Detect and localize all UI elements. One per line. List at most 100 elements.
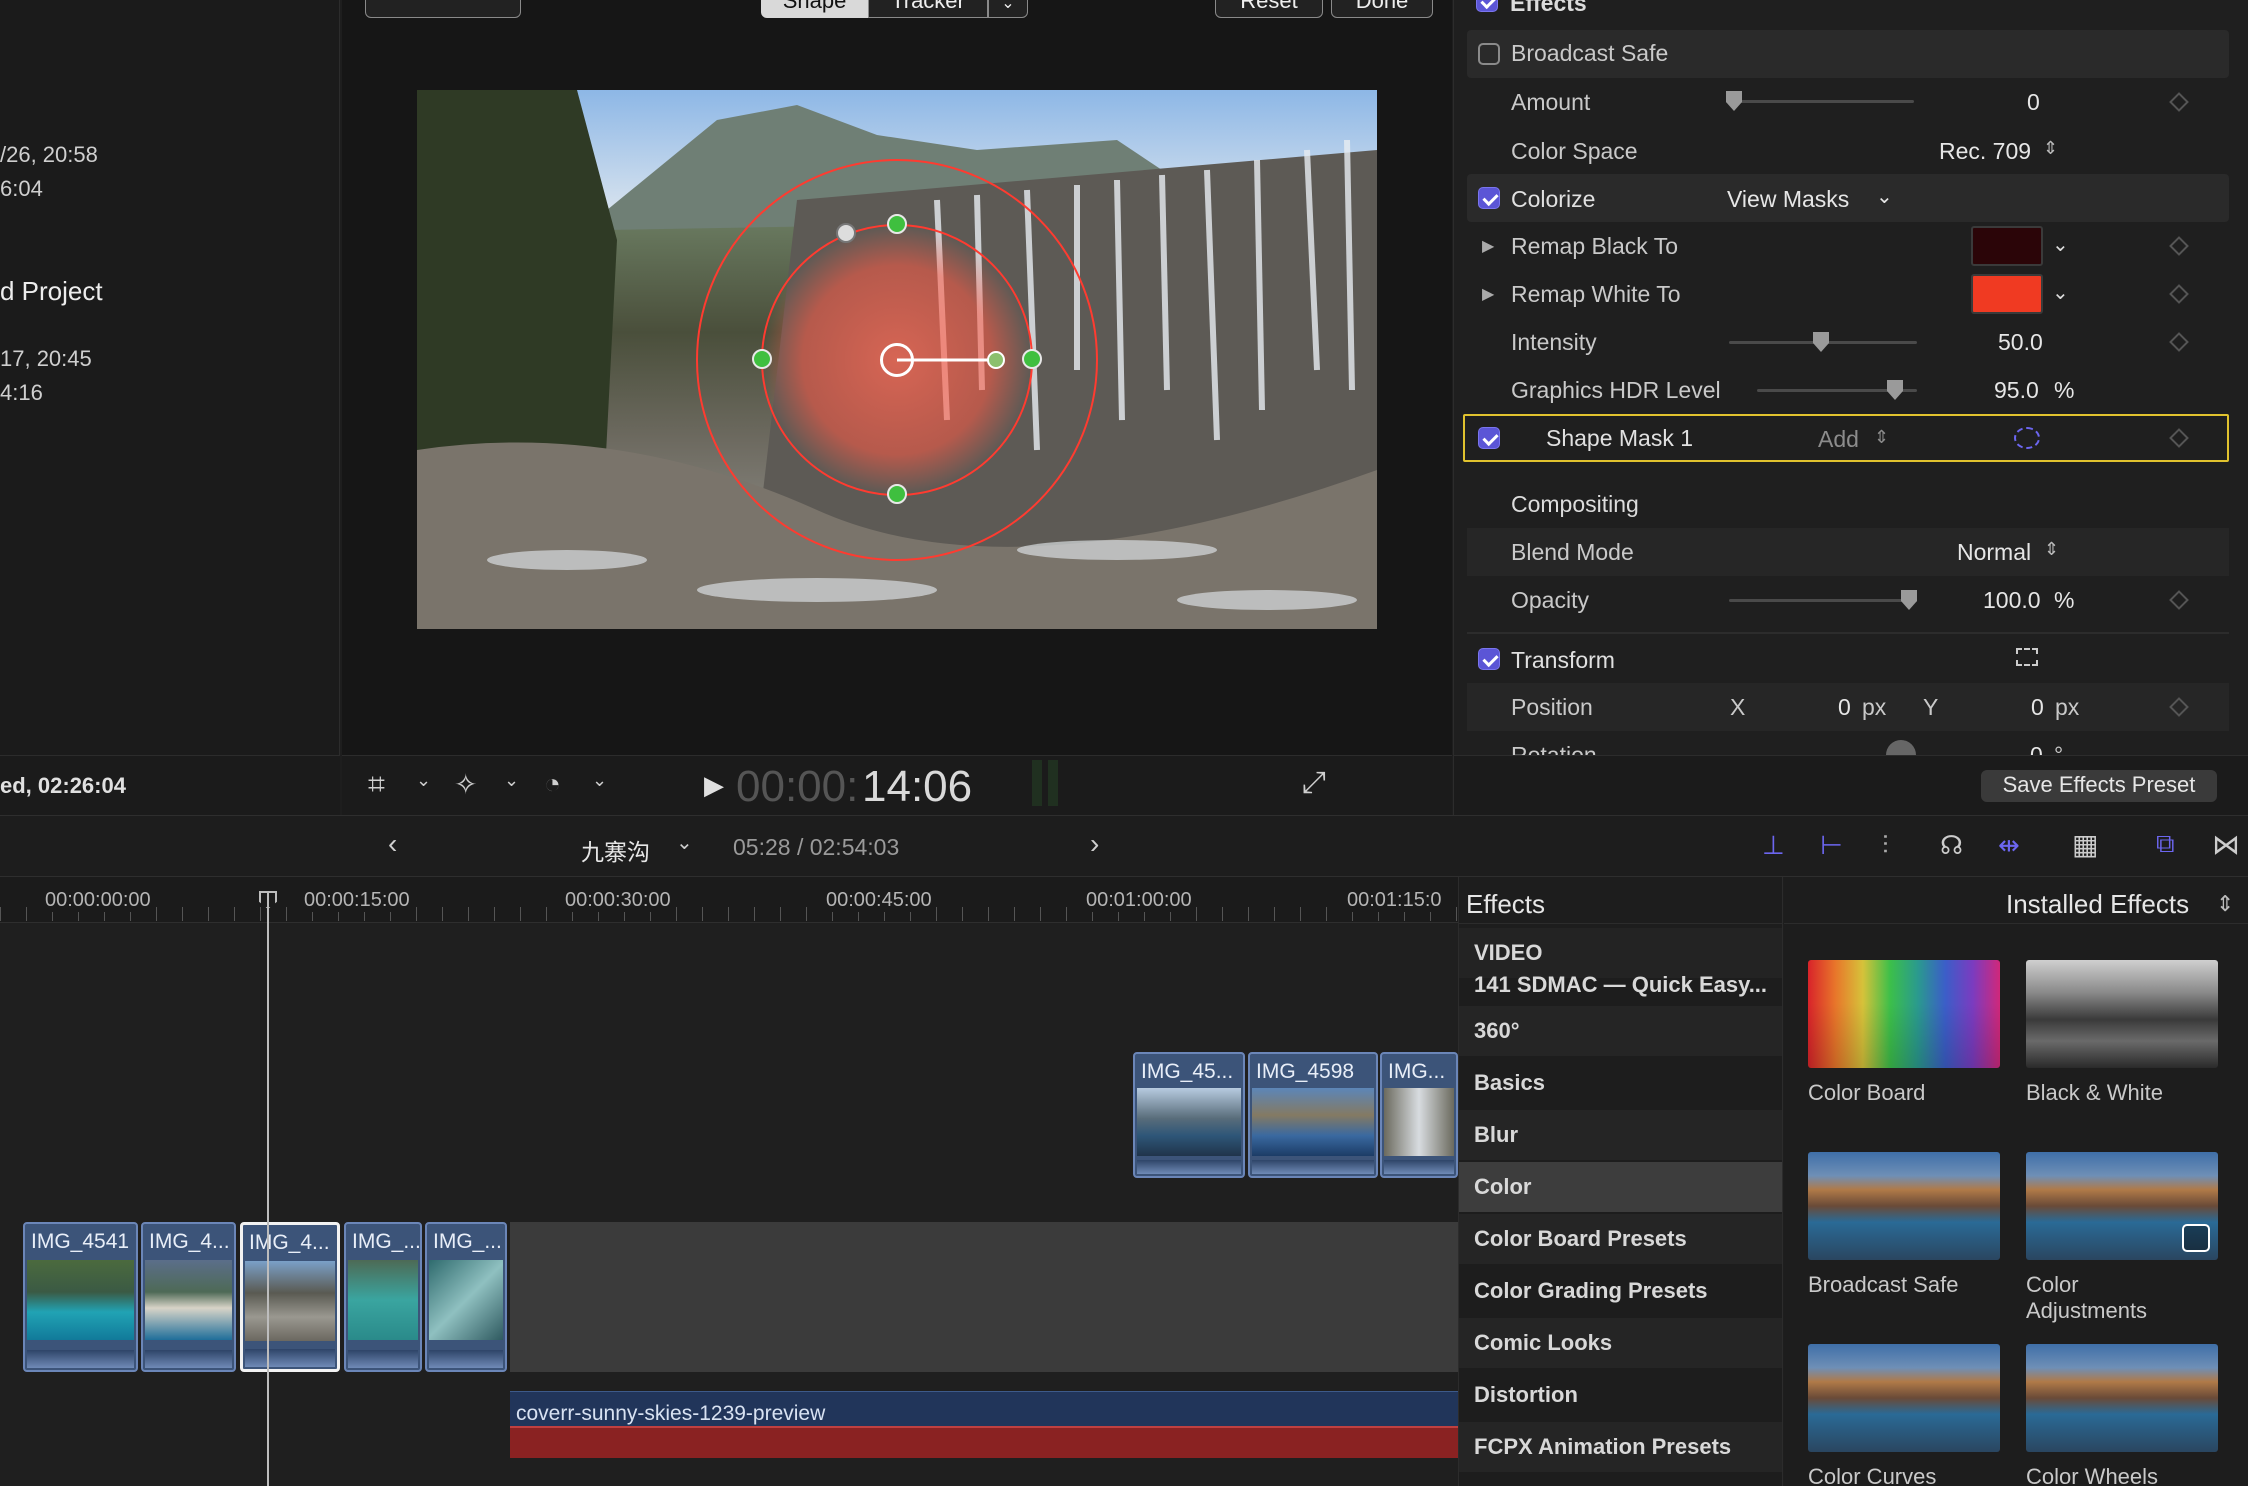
amount-slider-knob[interactable] — [1726, 91, 1742, 111]
timeline-clip[interactable]: IMG_... — [425, 1222, 507, 1372]
category-item-selected[interactable]: Color — [1459, 1162, 1782, 1212]
opacity-value[interactable]: 100.0 — [1983, 587, 2041, 614]
intensity-keyframe-button[interactable] — [2169, 332, 2189, 352]
keyframe-nav-group[interactable] — [365, 0, 521, 18]
effect-thumb-broadcast-safe[interactable] — [1808, 1152, 2000, 1260]
mask-center-handle[interactable] — [880, 343, 914, 377]
ellipse-mask-icon[interactable] — [2014, 427, 2040, 449]
shape-mask-add-menu[interactable]: Add — [1818, 426, 1859, 453]
amount-keyframe-button[interactable] — [2169, 92, 2189, 112]
timeline-clip[interactable]: IMG_... — [344, 1222, 422, 1372]
speed-icon[interactable]: ◔ — [544, 768, 561, 800]
chevron-down-icon[interactable]: ⌄ — [2052, 232, 2069, 257]
intensity-value[interactable]: 50.0 — [1998, 329, 2043, 356]
category-item[interactable]: 141 SDMAC — Quick Easy... — [1459, 969, 1782, 1001]
blend-mode-value[interactable]: Normal — [1957, 539, 2031, 566]
forward-arrow-icon[interactable]: › — [1090, 828, 1099, 860]
category-item[interactable]: Comic Looks — [1459, 1318, 1782, 1368]
opacity-slider[interactable] — [1729, 599, 1917, 602]
category-item[interactable]: 360° — [1459, 1006, 1782, 1056]
disclosure-triangle-icon[interactable]: ▶ — [1482, 236, 1494, 256]
intensity-slider-knob[interactable] — [1813, 332, 1829, 352]
chevron-down-icon[interactable]: ⌄ — [676, 830, 693, 855]
clip-appearance-icon[interactable]: ▦ — [2072, 828, 2098, 861]
remap-white-keyframe-button[interactable] — [2169, 284, 2189, 304]
effect-thumb-color-adjustments[interactable] — [2026, 1152, 2218, 1260]
remap-black-keyframe-button[interactable] — [2169, 236, 2189, 256]
amount-slider[interactable] — [1726, 100, 1914, 103]
back-arrow-icon[interactable]: ‹ — [388, 828, 397, 860]
audio-waveform-icon[interactable]: ⫶ — [1882, 830, 1889, 862]
timeline-clip[interactable]: IMG_45... — [1133, 1052, 1245, 1178]
remap-black-swatch[interactable] — [1971, 226, 2043, 266]
chevron-down-icon[interactable]: ⌄ — [416, 770, 431, 791]
updown-icon[interactable]: ⇕ — [1874, 427, 1889, 448]
shape-mask-checkbox[interactable] — [1478, 427, 1500, 449]
timeline-clip[interactable]: IMG_4541 — [23, 1222, 138, 1372]
effect-thumb-color-curves[interactable] — [1808, 1344, 2000, 1452]
insert-clip-icon[interactable]: ⊢ — [1820, 830, 1843, 861]
transitions-browser-icon[interactable]: ⋈ — [2212, 828, 2240, 861]
reset-button[interactable]: Reset — [1215, 0, 1323, 18]
colorize-checkbox[interactable] — [1478, 187, 1500, 209]
timeline-clip[interactable]: IMG_4... — [141, 1222, 236, 1372]
opacity-slider-knob[interactable] — [1901, 590, 1917, 610]
hdr-value[interactable]: 95.0 — [1994, 377, 2039, 404]
category-item[interactable]: Basics — [1459, 1058, 1782, 1108]
fullscreen-icon[interactable]: ⤢ — [1302, 766, 1326, 800]
play-icon[interactable]: ▶ — [704, 770, 724, 801]
effects-browser-icon[interactable]: ⧉ — [2156, 828, 2175, 860]
viewer-frame[interactable] — [417, 90, 1377, 629]
hdr-slider-knob[interactable] — [1887, 380, 1903, 400]
amount-value[interactable]: 0 — [2027, 89, 2040, 116]
timeline-clip-selected[interactable]: IMG_4... — [240, 1222, 340, 1372]
installed-effects-menu[interactable]: Installed Effects — [2006, 889, 2189, 920]
timeline[interactable]: 00:00:00:00 00:00:15:00 00:00:30:00 00:0… — [0, 877, 1458, 1486]
category-item[interactable]: Color Board Presets — [1459, 1214, 1782, 1264]
transform-checkbox[interactable] — [1478, 648, 1500, 670]
category-item[interactable]: Distortion — [1459, 1370, 1782, 1420]
view-masks-menu[interactable]: View Masks — [1727, 186, 1849, 213]
connect-clip-icon[interactable]: ⊥ — [1762, 830, 1785, 861]
effects-checkbox[interactable] — [1476, 0, 1498, 12]
project-name[interactable]: 九寨沟 — [581, 833, 650, 867]
mask-bottom-handle[interactable] — [887, 484, 907, 504]
category-item[interactable]: Blur — [1459, 1110, 1782, 1160]
chevron-down-icon[interactable]: ⌄ — [504, 770, 519, 791]
crop-tool-icon[interactable]: ⌗ — [368, 768, 385, 802]
updown-icon[interactable]: ⇕ — [2044, 539, 2059, 560]
effect-thumb-black-white[interactable] — [2026, 960, 2218, 1068]
seg-shape[interactable]: Shape — [761, 0, 868, 18]
category-item[interactable]: Color Grading Presets — [1459, 1266, 1782, 1316]
mask-rotation-handle[interactable] — [987, 351, 1005, 369]
mask-roundness-handle[interactable] — [836, 223, 856, 243]
seg-dropdown[interactable]: ⌄ — [988, 0, 1028, 18]
position-x-value[interactable]: 0 — [1838, 694, 1851, 721]
remap-white-swatch[interactable] — [1971, 274, 2043, 314]
chevron-down-icon[interactable]: ⌄ — [1876, 184, 1893, 209]
save-effects-preset-button[interactable]: Save Effects Preset — [1981, 770, 2217, 802]
broadcast-safe-checkbox[interactable] — [1478, 43, 1500, 65]
timeline-ruler[interactable] — [0, 877, 1458, 923]
category-item[interactable]: FCPX Animation Presets — [1459, 1422, 1782, 1472]
effect-thumb-color-wheels[interactable] — [2026, 1344, 2218, 1452]
done-button[interactable]: Done — [1331, 0, 1433, 18]
timeline-clip[interactable]: IMG... — [1380, 1052, 1458, 1178]
headphones-icon[interactable]: ☊ — [1940, 830, 1963, 861]
color-space-value[interactable]: Rec. 709 — [1939, 138, 2031, 165]
mask-left-handle[interactable] — [752, 349, 772, 369]
transform-onscreen-icon[interactable] — [2016, 648, 2038, 666]
chevron-down-icon[interactable]: ⌄ — [2052, 280, 2069, 305]
mask-top-handle[interactable] — [887, 214, 907, 234]
chevron-down-icon[interactable]: ⌄ — [592, 770, 607, 791]
updown-icon[interactable]: ⇕ — [2216, 891, 2234, 917]
updown-icon[interactable]: ⇕ — [2043, 138, 2058, 159]
magic-wand-icon[interactable]: ✧ — [454, 768, 477, 801]
seg-tracker[interactable]: Tracker — [868, 0, 988, 18]
playhead[interactable] — [267, 891, 269, 1486]
project-title[interactable]: d Project — [0, 276, 103, 307]
mask-right-handle[interactable] — [1022, 349, 1042, 369]
disclosure-triangle-icon[interactable]: ▶ — [1482, 284, 1494, 304]
opacity-keyframe-button[interactable] — [2169, 590, 2189, 610]
audio-clip[interactable]: coverr-sunny-skies-1239-preview — [510, 1391, 1458, 1458]
